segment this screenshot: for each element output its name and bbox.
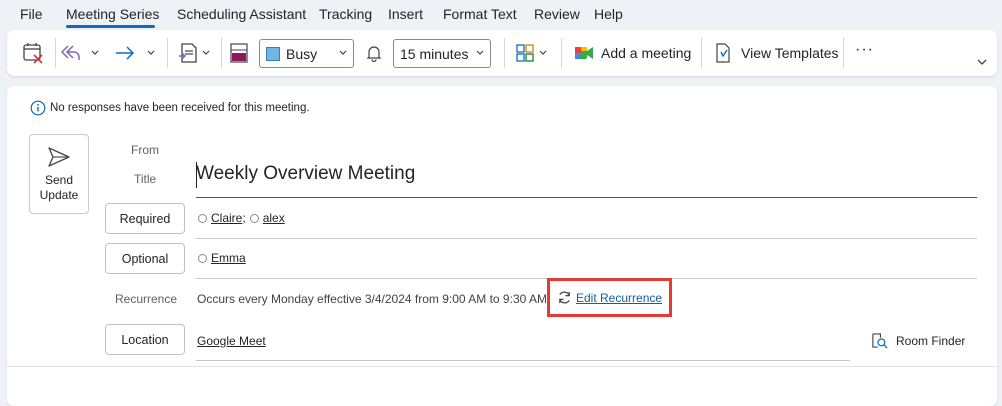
refresh-icon (559, 291, 570, 304)
category-color-icon[interactable] (229, 42, 249, 64)
text-caret (196, 162, 197, 188)
optional-button[interactable]: Optional (105, 243, 185, 274)
tab-format-text[interactable]: Format Text (443, 6, 517, 22)
send-update-button[interactable]: Send Update (29, 134, 89, 214)
tab-review[interactable]: Review (534, 6, 580, 22)
location-button[interactable]: Location (105, 324, 185, 355)
reply-all-icon[interactable] (59, 41, 81, 65)
bell-icon (364, 42, 384, 64)
required-button[interactable]: Required (105, 203, 185, 234)
send-icon (48, 147, 70, 167)
reminder-dropdown[interactable]: 15 minutes (393, 39, 491, 68)
send-update-label: Send Update (40, 173, 79, 203)
chevron-down-icon (339, 50, 347, 55)
add-meeting-button[interactable]: Add a meeting (601, 45, 691, 61)
status-circle-icon (198, 213, 207, 223)
send-label-line1: Send (44, 173, 73, 187)
show-as-value: Busy (286, 45, 318, 62)
forward-icon[interactable] (113, 41, 137, 65)
cancel-meeting-icon[interactable] (21, 41, 45, 65)
meeting-form-panel: No responses have been received for this… (7, 86, 997, 406)
separator (561, 38, 562, 68)
room-finder-label: Room Finder (896, 333, 966, 348)
active-tab-indicator (66, 25, 155, 28)
from-label: From (131, 143, 159, 157)
separator (221, 38, 222, 68)
room-finder-button[interactable]: Room Finder (871, 332, 965, 349)
chevron-down-icon[interactable] (89, 47, 101, 59)
chevron-down-icon (476, 50, 484, 55)
separator (504, 38, 505, 68)
required-attendees[interactable]: Claire; alex (198, 211, 285, 225)
send-label-line2: Update (39, 188, 79, 202)
required-underline (196, 238, 977, 239)
tab-file[interactable]: File (20, 6, 43, 22)
apps-icon[interactable] (514, 42, 536, 64)
info-bar: No responses have been received for this… (30, 100, 310, 116)
panel-divider (7, 366, 997, 367)
meeting-notes-icon[interactable] (177, 41, 201, 65)
room-finder-icon (872, 333, 888, 349)
recurrence-text: Occurs every Monday effective 3/4/2024 f… (197, 292, 547, 306)
tab-tracking[interactable]: Tracking (319, 6, 372, 22)
google-meet-icon[interactable] (573, 42, 595, 64)
status-circle-icon (249, 213, 259, 223)
menu-bar: File Meeting Series Scheduling Assistant… (0, 0, 1002, 28)
attendee-emma[interactable]: Emma (211, 251, 246, 265)
location-underline (196, 360, 850, 361)
reminder-value: 15 minutes (400, 45, 469, 62)
chevron-down-icon[interactable] (200, 47, 212, 59)
location-input[interactable]: Google Meet (197, 334, 266, 348)
ribbon-toolbar: Busy 15 minutes Add a meeting View Templ… (7, 30, 997, 76)
info-icon (30, 100, 46, 116)
tab-meeting-series[interactable]: Meeting Series (66, 6, 159, 22)
chevron-down-icon[interactable] (145, 47, 157, 59)
info-bar-text: No responses have been received for this… (50, 102, 310, 114)
tab-scheduling-assistant[interactable]: Scheduling Assistant (177, 6, 306, 22)
optional-attendees[interactable]: Emma (198, 251, 246, 265)
tab-insert[interactable]: Insert (388, 6, 423, 22)
title-underline (196, 197, 977, 198)
expand-ribbon-chevron-icon[interactable] (975, 56, 989, 68)
edit-recurrence-link[interactable]: Edit Recurrence (576, 291, 662, 305)
busy-color-swatch (266, 46, 280, 61)
recurrence-label: Recurrence (115, 292, 178, 306)
title-label: Title (134, 172, 157, 186)
separator (167, 38, 168, 68)
status-circle-icon (198, 253, 207, 263)
separator (843, 38, 844, 68)
attendee-claire[interactable]: Claire (211, 211, 242, 225)
view-templates-button[interactable]: View Templates (741, 45, 839, 61)
separator (701, 38, 702, 68)
attendee-alex[interactable]: alex (263, 211, 285, 225)
separator (55, 38, 56, 68)
tab-help[interactable]: Help (594, 6, 623, 22)
templates-icon[interactable] (713, 42, 733, 64)
separator-semicolon: ; (242, 211, 246, 225)
show-as-dropdown[interactable]: Busy (259, 39, 354, 68)
more-options-button[interactable]: ··· (855, 41, 874, 59)
chevron-down-icon[interactable] (537, 47, 549, 59)
title-input[interactable]: Weekly Overview Meeting (196, 163, 415, 185)
edit-recurrence-button[interactable]: Edit Recurrence (547, 278, 672, 317)
